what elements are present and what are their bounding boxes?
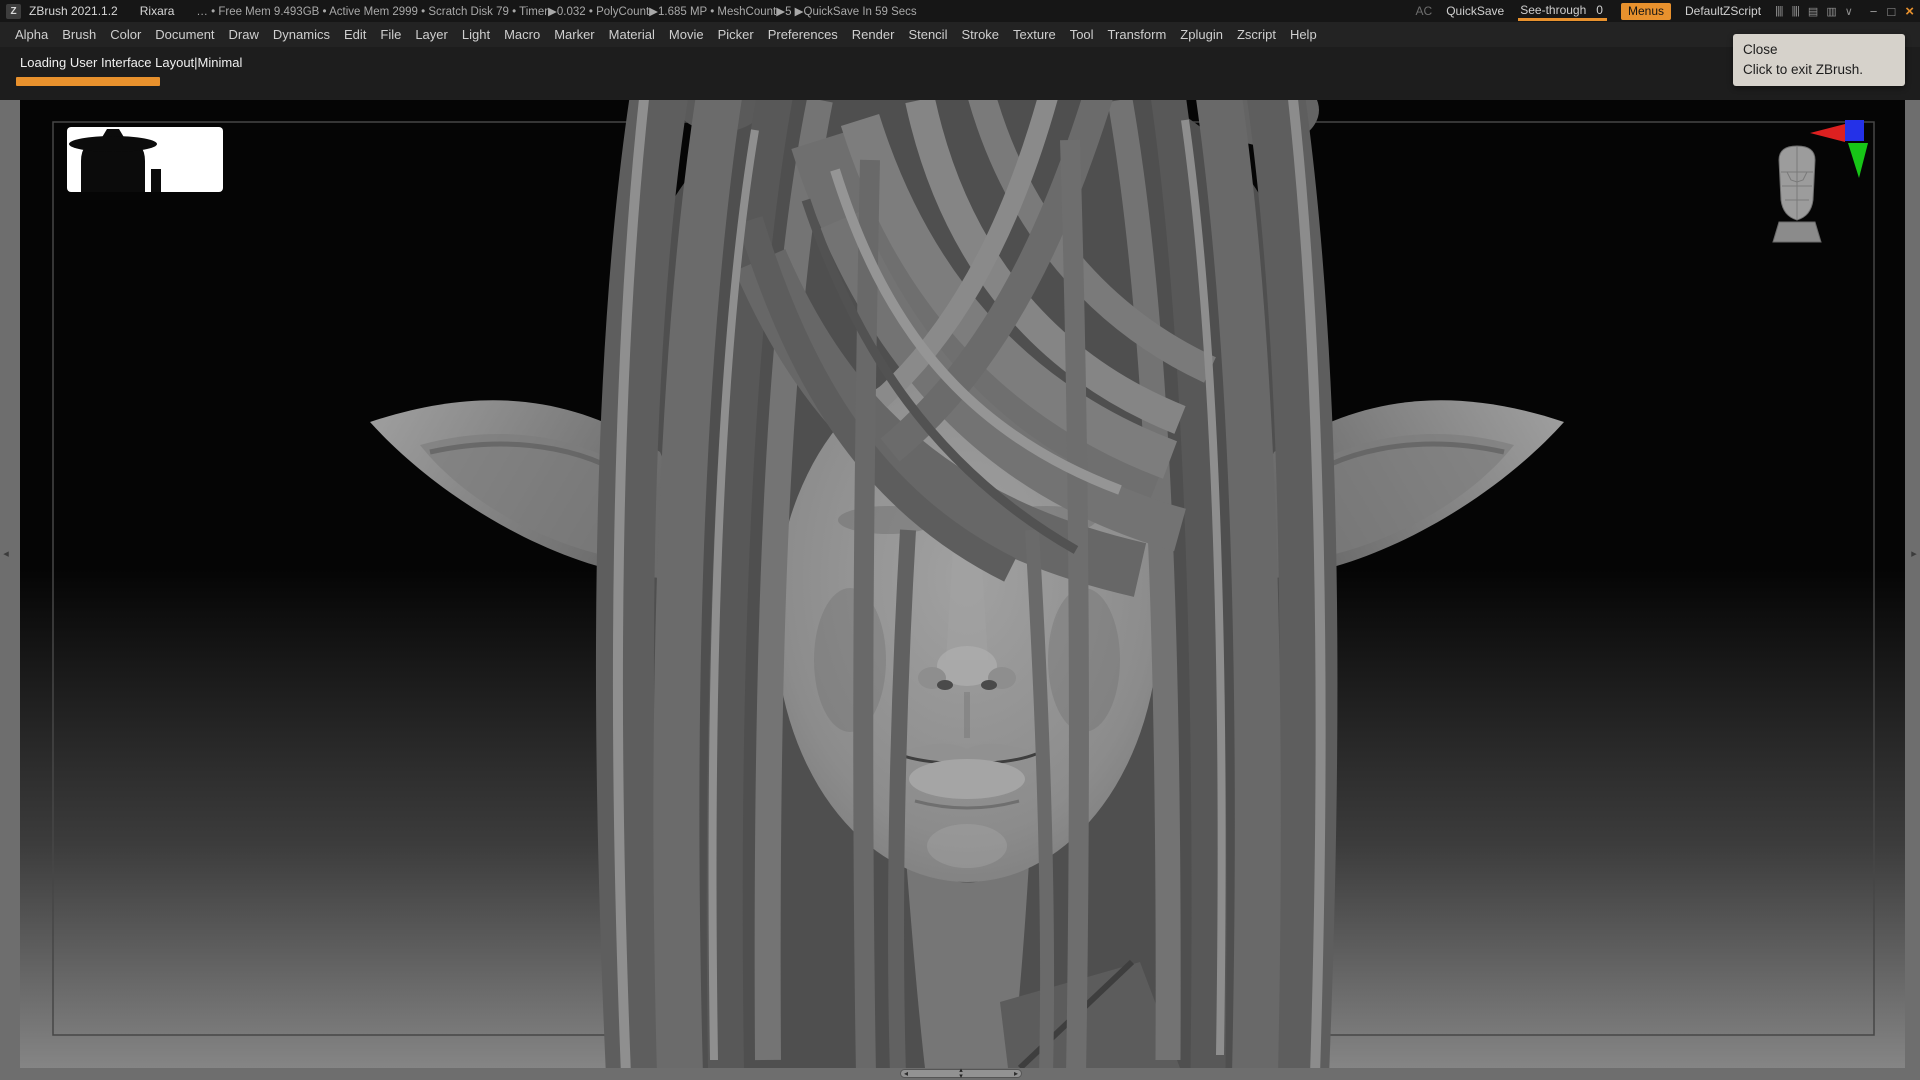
memory-stats: … • Free Mem 9.493GB • Active Mem 2999 •… [196, 6, 917, 18]
menu-item-brush[interactable]: Brush [55, 24, 103, 45]
menu-item-tool[interactable]: Tool [1063, 24, 1101, 45]
menu-item-dynamics[interactable]: Dynamics [266, 24, 337, 45]
menu-item-material[interactable]: Material [602, 24, 662, 45]
slider-ticks-icon[interactable]: |||| [1775, 5, 1784, 17]
scroll-left-icon[interactable]: ◂ [904, 1069, 908, 1078]
menus-toggle-button[interactable]: Menus [1620, 2, 1671, 20]
tooltip-title: Close [1743, 42, 1778, 57]
menu-item-marker[interactable]: Marker [547, 24, 601, 45]
axis-z-square [1845, 120, 1864, 141]
menu-item-layer[interactable]: Layer [408, 24, 455, 45]
menu-item-macro[interactable]: Macro [497, 24, 547, 45]
menu-item-help[interactable]: Help [1283, 24, 1324, 45]
title-bar: Z ZBrush 2021.1.2 Rixara … • Free Mem 9.… [0, 0, 1920, 22]
document-name: Rixara [139, 4, 175, 18]
see-through-label: See-through [1520, 2, 1587, 17]
camera-orientation-gizmo[interactable] [1772, 145, 1822, 243]
menu-item-color[interactable]: Color [103, 24, 148, 45]
ac-indicator[interactable]: AC [1416, 4, 1433, 18]
collapse-chevron-icon[interactable]: ∨ [1845, 5, 1853, 18]
menu-item-transform[interactable]: Transform [1101, 24, 1174, 45]
menu-item-light[interactable]: Light [455, 24, 497, 45]
loading-progress-fill [16, 77, 160, 86]
scroll-updown-icon[interactable]: ▴ ▾ [959, 1067, 963, 1080]
menu-item-render[interactable]: Render [845, 24, 902, 45]
see-through-value: 0 [1596, 2, 1603, 17]
menu-item-movie[interactable]: Movie [662, 24, 711, 45]
quicksave-button[interactable]: QuickSave [1446, 4, 1504, 18]
menu-bar: Alpha Brush Color Document Draw Dynamics… [0, 22, 1920, 47]
app-title: ZBrush 2021.1.2 [29, 4, 118, 18]
loading-status-text: Loading User Interface Layout|Minimal [20, 55, 243, 70]
panel-layout-alt-icon[interactable]: ▥ [1826, 5, 1836, 18]
see-through-slider[interactable]: See-through 0 [1518, 2, 1607, 21]
alpha-preview-thumbnail[interactable] [67, 127, 223, 192]
menu-item-zscript[interactable]: Zscript [1230, 24, 1283, 45]
close-button[interactable]: × [1905, 3, 1914, 20]
menu-item-alpha[interactable]: Alpha [8, 24, 55, 45]
horizontal-scrollbar[interactable]: ◂ ▴ ▾ ▸ [900, 1067, 1022, 1080]
left-tray-handle[interactable]: ◂ [0, 540, 12, 566]
menu-item-preferences[interactable]: Preferences [761, 24, 845, 45]
menu-item-draw[interactable]: Draw [222, 24, 266, 45]
status-bar: Loading User Interface Layout|Minimal [0, 47, 1920, 100]
bottom-bar: ◂ ▴ ▾ ▸ [0, 1067, 1920, 1080]
menu-item-file[interactable]: File [373, 24, 408, 45]
menu-item-texture[interactable]: Texture [1006, 24, 1063, 45]
sculpt-viewport[interactable] [20, 100, 1905, 1068]
panel-layout-icon[interactable]: ▤ [1808, 5, 1818, 18]
right-tray-handle[interactable]: ▸ [1908, 540, 1920, 566]
menu-item-document[interactable]: Document [148, 24, 221, 45]
sculpt-viewport-render [20, 100, 1905, 1068]
close-button-tooltip: Close Click to exit ZBrush. [1733, 34, 1905, 86]
menu-item-stroke[interactable]: Stroke [954, 24, 1006, 45]
minimize-button[interactable]: − [1870, 4, 1878, 19]
menu-item-edit[interactable]: Edit [337, 24, 373, 45]
default-zscript-button[interactable]: DefaultZScript [1685, 4, 1761, 18]
menu-item-stencil[interactable]: Stencil [901, 24, 954, 45]
tooltip-body: Click to exit ZBrush. [1743, 61, 1864, 77]
scroll-right-icon[interactable]: ▸ [1014, 1069, 1018, 1078]
menu-item-picker[interactable]: Picker [711, 24, 761, 45]
menu-item-zplugin[interactable]: Zplugin [1173, 24, 1230, 45]
zbrush-logo-icon: Z [6, 3, 21, 19]
maximize-button[interactable]: □ [1887, 4, 1895, 19]
slider-ticks-icon[interactable]: |||| [1791, 5, 1800, 17]
